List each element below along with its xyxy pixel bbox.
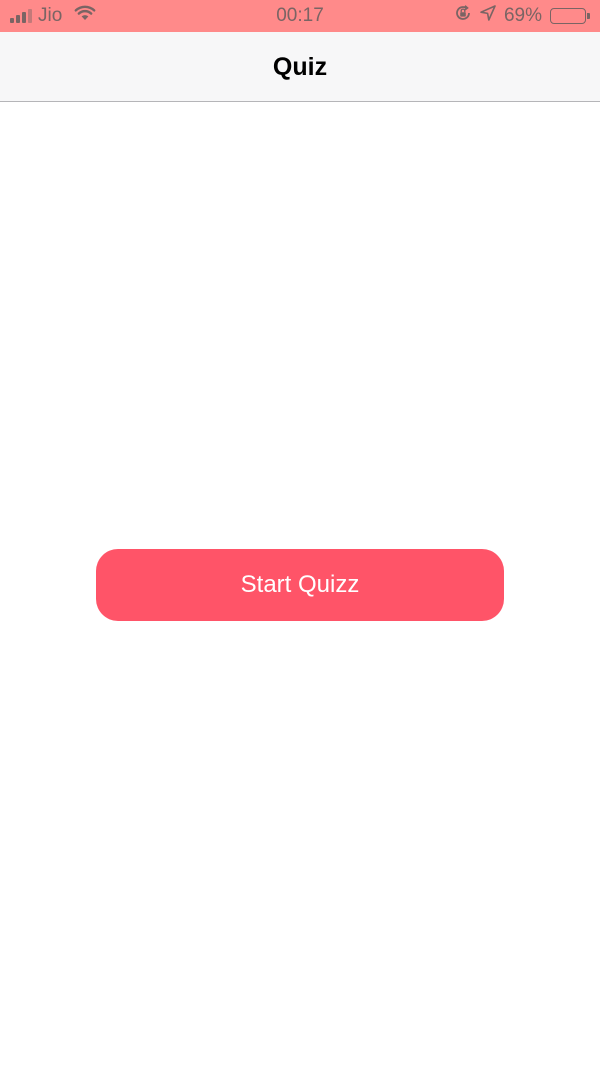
app-screen: Jio 00:17 69% Quiz Start Quizz — [0, 0, 600, 1067]
status-right: 69% — [454, 0, 590, 32]
battery-icon — [550, 8, 590, 24]
nav-bar: Quiz — [0, 32, 600, 102]
battery-percent: 69% — [503, 5, 542, 26]
status-bar: Jio 00:17 69% — [0, 0, 600, 32]
rotation-lock-icon — [454, 4, 472, 28]
start-quiz-button[interactable]: Start Quizz — [96, 549, 504, 621]
page-title: Quiz — [272, 53, 328, 81]
location-icon — [480, 5, 496, 27]
